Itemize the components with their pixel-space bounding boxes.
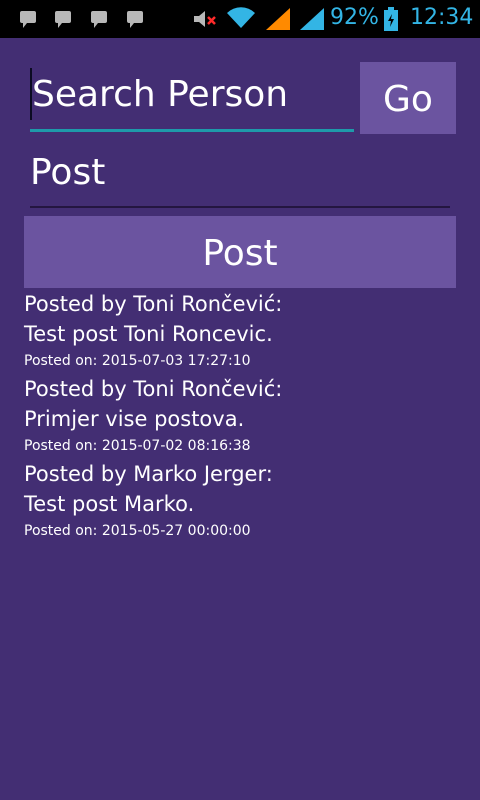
post-input-value: Post bbox=[30, 152, 106, 193]
post-button[interactable]: Post bbox=[24, 216, 456, 288]
list-item: Posted by Marko Jerger: Test post Marko.… bbox=[24, 461, 464, 545]
notification-icon bbox=[91, 11, 107, 28]
signal-icon bbox=[300, 8, 324, 30]
notification-icon bbox=[55, 11, 71, 28]
list-item: Posted by Toni Rončević: Primjer vise po… bbox=[24, 376, 464, 460]
post-input[interactable]: Post bbox=[30, 140, 450, 208]
notification-icon bbox=[20, 11, 36, 28]
text-cursor bbox=[30, 68, 32, 120]
signal-icon bbox=[266, 8, 290, 30]
battery-icon bbox=[384, 7, 398, 31]
search-input-value: Search Person bbox=[32, 74, 289, 115]
post-content: Test post Toni Roncevic. bbox=[24, 322, 273, 346]
mute-icon bbox=[194, 11, 216, 27]
post-content: Test post Marko. bbox=[24, 492, 195, 516]
battery-percent: 92% bbox=[330, 5, 379, 30]
notification-icon bbox=[127, 11, 143, 28]
post-feed: Posted by Toni Rončević: Test post Toni … bbox=[24, 291, 464, 546]
post-date: Posted on: 2015-05-27 00:00:00 bbox=[24, 523, 251, 539]
status-bar: 92% 12:34 bbox=[0, 0, 480, 38]
post-date: Posted on: 2015-07-02 08:16:38 bbox=[24, 438, 251, 454]
post-author: Posted by Toni Rončević: bbox=[24, 292, 283, 316]
wifi-icon bbox=[227, 7, 255, 29]
post-date: Posted on: 2015-07-03 17:27:10 bbox=[24, 353, 251, 369]
post-author: Posted by Toni Rončević: bbox=[24, 377, 283, 401]
clock: 12:34 bbox=[410, 5, 474, 30]
search-input[interactable]: Search Person bbox=[30, 62, 354, 132]
post-content: Primjer vise postova. bbox=[24, 407, 245, 431]
list-item: Posted by Toni Rončević: Test post Toni … bbox=[24, 291, 464, 375]
go-button[interactable]: Go bbox=[360, 62, 456, 134]
post-author: Posted by Marko Jerger: bbox=[24, 462, 273, 486]
